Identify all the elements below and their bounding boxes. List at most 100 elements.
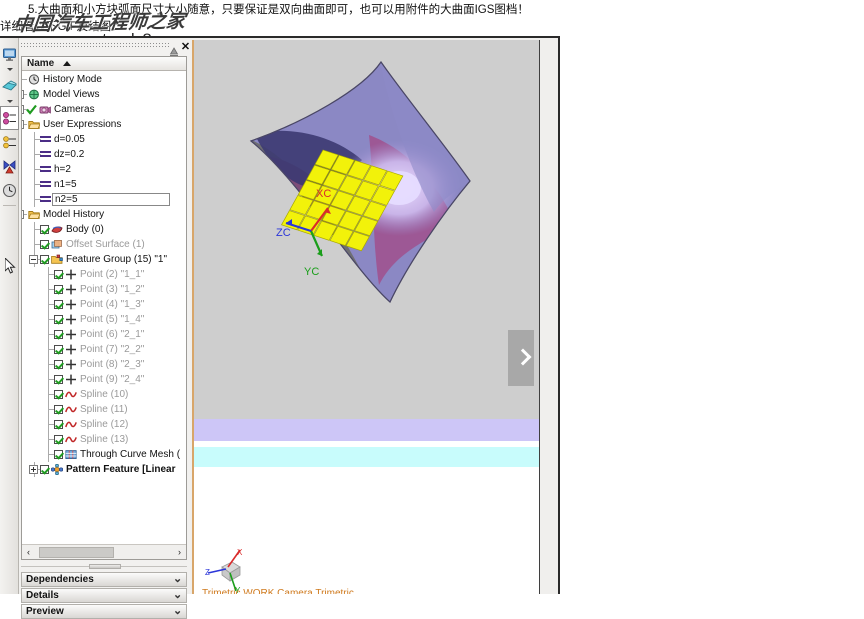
- scrollbar-thumb[interactable]: [39, 547, 114, 558]
- tree-row-model-views[interactable]: Model Views: [22, 87, 186, 102]
- chevron-down-icon[interactable]: ⌄: [173, 590, 182, 601]
- suppress-checkbox[interactable]: [54, 450, 63, 459]
- collapse-icon[interactable]: [29, 255, 38, 264]
- tree-row-expr-dz[interactable]: dz=0.2: [22, 147, 186, 162]
- suppress-checkbox[interactable]: [54, 345, 63, 354]
- suppress-checkbox[interactable]: [54, 285, 63, 294]
- toolbar-history-button[interactable]: [0, 178, 19, 202]
- tree-row-content: dz=0.2: [40, 147, 84, 162]
- tree-scroll-area[interactable]: History Mode Model Views Cameras User Expre…: [22, 72, 186, 543]
- tree-row-content: Point (4) "1_3": [54, 297, 144, 312]
- tree-row-feature-group-15[interactable]: Feature Group (15) "1": [22, 252, 186, 267]
- wcs-orientation-triad[interactable]: X Z Y: [204, 545, 260, 594]
- tree-row-history-mode[interactable]: History Mode: [22, 72, 186, 87]
- panel-splitter[interactable]: [21, 564, 187, 570]
- splitter-grip[interactable]: [89, 564, 121, 569]
- tree-row-expr-n1[interactable]: n1=5: [22, 177, 186, 192]
- toolbar-part-navigator-button[interactable]: [0, 106, 19, 130]
- tree-row-point-5[interactable]: Point (5) "1_4": [22, 312, 186, 327]
- tree-row-spline-11[interactable]: Spline (11): [22, 402, 186, 417]
- tree-row-spline-10[interactable]: Spline (10): [22, 387, 186, 402]
- tree-row-expr-n2[interactable]: n2=5: [22, 192, 186, 207]
- suppress-checkbox[interactable]: [40, 225, 49, 234]
- next-slide-button[interactable]: [508, 330, 534, 386]
- tree-row-through-curve-mesh[interactable]: Through Curve Mesh (: [22, 447, 186, 462]
- svg-text:Z: Z: [205, 568, 210, 577]
- expand-icon[interactable]: [22, 90, 24, 99]
- tree-row-expr-d[interactable]: d=0.05: [22, 132, 186, 147]
- expression-icon: [40, 180, 51, 189]
- tree-row-pattern-feature[interactable]: Pattern Feature [Linear: [22, 462, 186, 477]
- chevron-down-icon[interactable]: ⌄: [173, 574, 182, 585]
- tree-row-model-history[interactable]: Model History: [22, 207, 186, 222]
- suppress-checkbox[interactable]: [54, 435, 63, 444]
- tree-connector-vertical: [48, 432, 49, 447]
- tree-row-label: Spline (10): [80, 389, 129, 400]
- suppress-checkbox[interactable]: [54, 375, 63, 384]
- tree-row-spline-12[interactable]: Spline (12): [22, 417, 186, 432]
- collapse-icon[interactable]: [22, 120, 24, 129]
- toolbar-model-views-dropdown[interactable]: [0, 66, 19, 74]
- suppress-checkbox[interactable]: [54, 360, 63, 369]
- suppress-checkbox[interactable]: [40, 255, 49, 264]
- accordion-preview[interactable]: Preview ⌄: [21, 604, 187, 619]
- toolbar-roles-button[interactable]: [0, 154, 19, 178]
- scroll-left-arrow-icon[interactable]: ‹: [22, 546, 35, 559]
- tree-row-expr-h[interactable]: h=2: [22, 162, 186, 177]
- tree-column-header[interactable]: Name: [22, 57, 186, 71]
- tree-row-point-3[interactable]: Point (3) "1_2": [22, 282, 186, 297]
- suppress-checkbox[interactable]: [54, 420, 63, 429]
- chevron-down-icon[interactable]: ⌄: [173, 606, 182, 617]
- tree-connector-vertical: [34, 177, 35, 192]
- tree-row-offset-surface-1[interactable]: Offset Surface (1): [22, 237, 186, 252]
- close-icon[interactable]: ✕: [180, 42, 191, 53]
- tree-horizontal-scrollbar[interactable]: ‹ ›: [22, 544, 186, 559]
- suppress-checkbox[interactable]: [54, 300, 63, 309]
- expand-icon[interactable]: [29, 465, 38, 474]
- accordion-details-label: Details: [26, 590, 59, 601]
- tree-row-spline-13[interactable]: Spline (13): [22, 432, 186, 447]
- suppress-checkbox[interactable]: [40, 465, 49, 474]
- tree-row-content: Body (0): [40, 222, 104, 237]
- accordion-dependencies[interactable]: Dependencies ⌄: [21, 572, 187, 587]
- panel-drag-grip[interactable]: [21, 43, 169, 52]
- curve-mesh-icon: [65, 449, 77, 460]
- suppress-checkbox[interactable]: [54, 270, 63, 279]
- tree-row-point-7[interactable]: Point (7) "2_2": [22, 342, 186, 357]
- suppress-checkbox[interactable]: [40, 240, 49, 249]
- accordion-details[interactable]: Details ⌄: [21, 588, 187, 603]
- tree-row-point-4[interactable]: Point (4) "1_3": [22, 297, 186, 312]
- tree-row-content: Point (2) "1_1": [54, 267, 144, 282]
- toolbar-assembly-navigator-dropdown[interactable]: [0, 98, 19, 106]
- viewport-band-cyan: [194, 447, 539, 467]
- tree-row-user-expressions[interactable]: User Expressions: [22, 117, 186, 132]
- toolbar-assembly-navigator-button[interactable]: [0, 74, 19, 98]
- 3d-model-render: XC YC ZC: [249, 60, 471, 303]
- tree-row-content: Spline (13): [54, 432, 128, 447]
- toolbar-reuse-library-button[interactable]: [0, 130, 19, 154]
- tree-row-point-8[interactable]: Point (8) "2_3": [22, 357, 186, 372]
- page-blank-area: [562, 36, 864, 594]
- suppress-checkbox[interactable]: [54, 315, 63, 324]
- collapse-icon[interactable]: [22, 210, 24, 219]
- tree-connector-vertical: [48, 267, 49, 282]
- suppress-checkbox[interactable]: [54, 330, 63, 339]
- svg-text:X: X: [237, 548, 243, 557]
- tree-row-label: h=2: [54, 164, 71, 175]
- toolbar-model-views-button[interactable]: [0, 42, 19, 66]
- tree-row-cameras[interactable]: Cameras: [22, 102, 186, 117]
- tree-row-point-6[interactable]: Point (6) "2_1": [22, 327, 186, 342]
- graphics-viewport[interactable]: XC YC ZC X Z Y Trimetric WORK Camera Tri…: [192, 40, 540, 594]
- scroll-right-arrow-icon[interactable]: ›: [173, 546, 186, 559]
- expression-edit-field[interactable]: n2=5: [52, 193, 170, 206]
- document-line-1: 5.大曲面和小方块弧面尺寸大小随意，只要保证是双向曲面即可，也可以用附件的大曲面…: [28, 4, 529, 16]
- suppress-checkbox[interactable]: [54, 390, 63, 399]
- tree-row-body-0[interactable]: Body (0): [22, 222, 186, 237]
- suppress-checkbox[interactable]: [54, 405, 63, 414]
- tree-row-point-9[interactable]: Point (9) "2_4": [22, 372, 186, 387]
- pin-icon[interactable]: [169, 44, 179, 57]
- tree-row-content: Spline (11): [54, 402, 128, 417]
- expand-icon[interactable]: [22, 105, 24, 114]
- tree-row-label: Body (0): [66, 224, 104, 235]
- tree-row-point-2[interactable]: Point (2) "1_1": [22, 267, 186, 282]
